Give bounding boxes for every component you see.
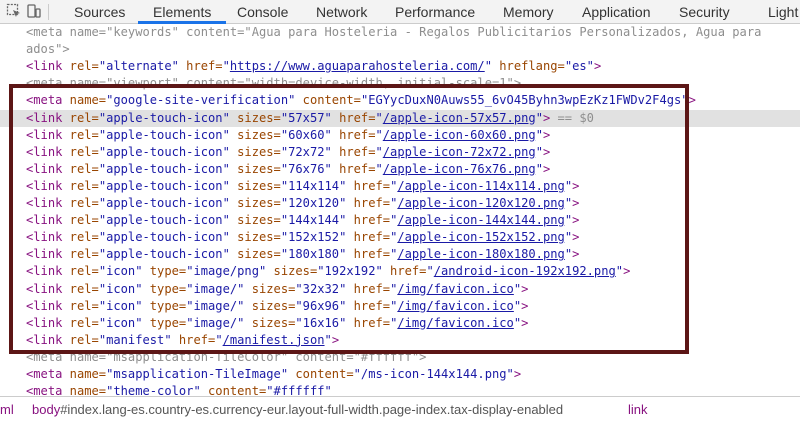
dom-node[interactable]: <meta name="msapplication-TileColor" con… <box>26 349 426 366</box>
dom-node[interactable]: <link rel="apple-touch-icon" sizes="180x… <box>26 246 579 263</box>
devtools-toolbar: Sources Elements Console Network Perform… <box>0 0 800 24</box>
dom-node[interactable]: <link rel="icon" type="image/" sizes="32… <box>26 281 528 298</box>
dom-node[interactable]: <link rel="apple-touch-icon" sizes="114x… <box>26 178 579 195</box>
dom-tree[interactable]: <meta name="keywords" content="Agua para… <box>0 24 800 396</box>
breadcrumb-item-link[interactable]: link <box>628 397 648 423</box>
tab-application[interactable]: Application <box>582 0 651 24</box>
tab-network[interactable]: Network <box>316 0 367 24</box>
breadcrumb: ml body#index.lang-es.country-es.currenc… <box>0 396 800 423</box>
dom-node[interactable]: <link rel="apple-touch-icon" sizes="72x7… <box>26 144 550 161</box>
dom-node[interactable]: ados"> <box>26 41 70 58</box>
dom-node[interactable]: <link rel="alternate" href="https://www.… <box>26 58 601 75</box>
dom-node[interactable]: <meta name="keywords" content="Agua para… <box>26 24 761 41</box>
dom-node[interactable]: <link rel="apple-touch-icon" sizes="120x… <box>26 195 579 212</box>
dom-node[interactable]: <link rel="manifest" href="/manifest.jso… <box>26 332 339 349</box>
toolbar-divider <box>48 4 49 20</box>
dom-node[interactable]: <meta name="msapplication-TileImage" con… <box>26 366 521 383</box>
tab-security[interactable]: Security <box>679 0 730 24</box>
tab-lighthouse[interactable]: Light <box>768 0 798 24</box>
dom-node[interactable]: <meta name="google-site-verification" co… <box>26 92 696 109</box>
inspect-element-icon[interactable] <box>6 3 22 19</box>
dom-node[interactable]: <meta name="viewport" content="width=dev… <box>26 75 521 92</box>
dom-node[interactable]: <link rel="icon" type="image/" sizes="96… <box>26 298 528 315</box>
breadcrumb-item-html[interactable]: ml <box>0 397 14 423</box>
tab-sources[interactable]: Sources <box>74 0 125 24</box>
dom-node[interactable]: <link rel="apple-touch-icon" sizes="152x… <box>26 229 579 246</box>
dom-node[interactable]: <link rel="icon" type="image/png" sizes=… <box>26 263 630 280</box>
tab-console[interactable]: Console <box>237 0 288 24</box>
breadcrumb-item-body[interactable]: body#index.lang-es.country-es.currency-e… <box>32 397 563 423</box>
dom-node-selected[interactable]: <link rel="apple-touch-icon" sizes="57x5… <box>0 109 800 127</box>
dom-node[interactable]: <link rel="icon" type="image/" sizes="16… <box>26 315 528 332</box>
tab-memory[interactable]: Memory <box>503 0 554 24</box>
dom-node[interactable]: <link rel="apple-touch-icon" sizes="144x… <box>26 212 579 229</box>
device-toolbar-icon[interactable] <box>26 3 42 19</box>
dom-node[interactable]: <link rel="apple-touch-icon" sizes="76x7… <box>26 161 550 178</box>
tab-performance[interactable]: Performance <box>395 0 475 24</box>
dom-node[interactable]: <meta name="theme-color" content="#fffff… <box>26 383 332 396</box>
dom-node[interactable]: <link rel="apple-touch-icon" sizes="60x6… <box>26 127 550 144</box>
